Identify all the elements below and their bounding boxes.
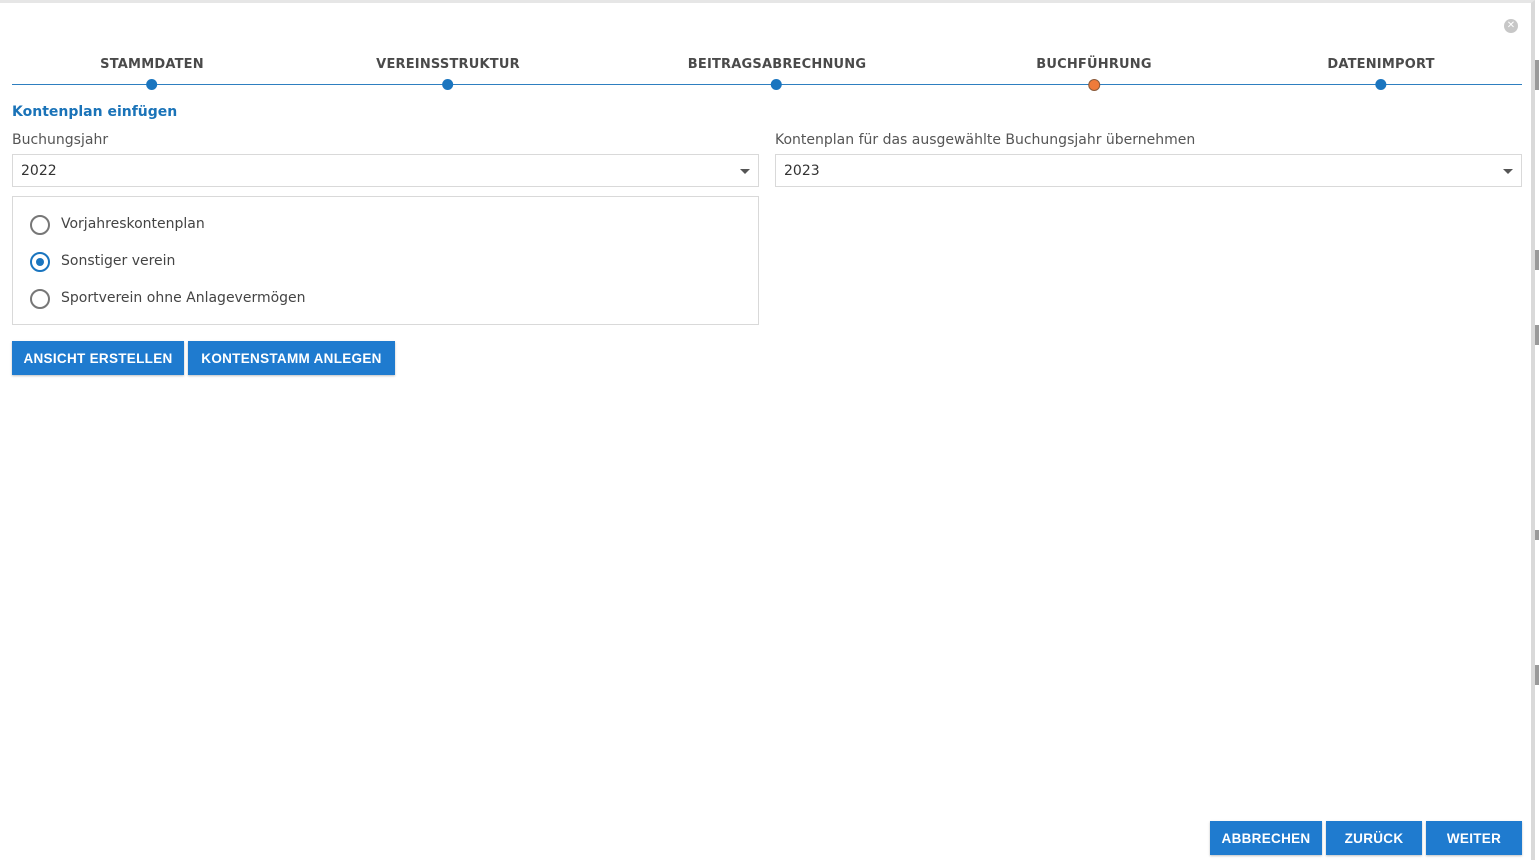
step-dot <box>1374 79 1386 90</box>
step-label: VEREINSSTRUKTUR <box>376 57 520 72</box>
select-value: 2022 <box>21 163 57 179</box>
scroll-mark <box>1535 60 1539 90</box>
kontenplan-uebernehmen-label: Kontenplan für das ausgewählte Buchungsj… <box>775 132 1196 148</box>
step-label: BEITRAGSABRECHNUNG <box>687 57 867 72</box>
step-label: BUCHFÜHRUNG <box>1036 57 1152 72</box>
step-vereinsstruktur[interactable]: VEREINSSTRUKTUR <box>376 43 520 90</box>
scroll-mark <box>1535 325 1539 345</box>
radio-circle-icon <box>30 289 50 309</box>
ansicht-erstellen-button[interactable]: ANSICHT ERSTELLEN <box>12 341 184 375</box>
step-buchfuehrung[interactable]: BUCHFÜHRUNG <box>1036 43 1152 91</box>
step-label: DATENIMPORT <box>1327 57 1435 72</box>
abbrechen-button[interactable]: ABBRECHEN <box>1210 821 1322 855</box>
step-dot <box>771 79 782 90</box>
step-label: STAMMDATEN <box>100 57 204 72</box>
kontenplan-jahr-select[interactable]: 2023 <box>775 154 1522 187</box>
wizard-stepper: STAMMDATEN VEREINSSTRUKTUR BEITRAGSABREC… <box>12 43 1522 93</box>
weiter-button[interactable]: WEITER <box>1426 821 1522 855</box>
kontenplan-options-group: Vorjahreskontenplan Sonstiger verein Spo… <box>12 196 759 325</box>
step-dot <box>441 79 453 90</box>
scroll-mark <box>1535 530 1539 540</box>
scroll-mark <box>1535 665 1539 685</box>
radio-label: Sonstiger verein <box>61 253 176 269</box>
scroll-mark <box>1535 250 1539 270</box>
step-beitragsabrechnung[interactable]: BEITRAGSABRECHNUNG <box>687 43 867 90</box>
radio-label: Vorjahreskontenplan <box>61 216 205 232</box>
step-datenimport[interactable]: DATENIMPORT <box>1327 43 1435 90</box>
close-icon[interactable]: ✕ <box>1504 19 1518 33</box>
radio-label: Sportverein ohne Anlagevermögen <box>61 290 306 306</box>
buchungsjahr-select[interactable]: 2022 <box>12 154 759 187</box>
chevron-down-icon <box>1503 169 1513 174</box>
kontenstamm-anlegen-button[interactable]: KONTENSTAMM ANLEGEN <box>188 341 395 375</box>
radio-checked-icon <box>30 252 50 272</box>
chevron-down-icon <box>740 169 750 174</box>
wizard-dialog: ✕ STAMMDATEN VEREINSSTRUKTUR BEITRAGSABR… <box>0 0 1535 860</box>
stepper-line <box>12 84 1522 85</box>
zurueck-button[interactable]: ZURÜCK <box>1326 821 1422 855</box>
select-value: 2023 <box>784 163 820 179</box>
step-dot-active <box>1088 79 1100 91</box>
section-title: Kontenplan einfügen <box>12 104 178 120</box>
radio-circle-icon <box>30 215 50 235</box>
buchungsjahr-label: Buchungsjahr <box>12 132 109 148</box>
step-stammdaten[interactable]: STAMMDATEN <box>100 43 204 90</box>
step-dot <box>145 79 157 90</box>
